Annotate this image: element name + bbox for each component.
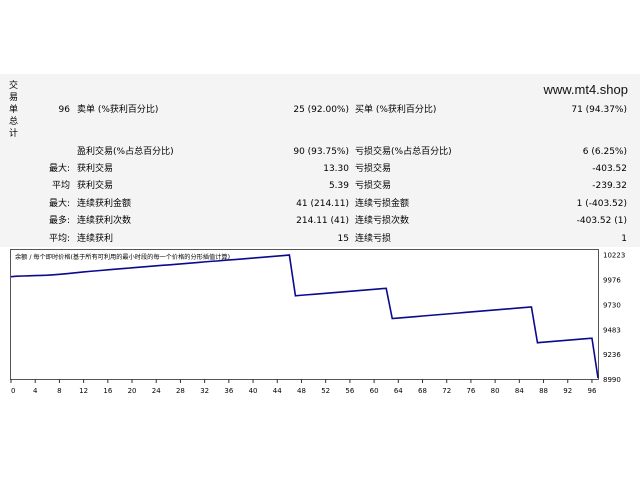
y-tick-label: 9730 — [603, 301, 621, 309]
stat-row-4-value: 41 (214.11) — [296, 199, 349, 209]
x-tick-label: 32 — [200, 387, 209, 395]
stat-row-5-value2: -403.52 (1) — [576, 216, 627, 226]
stat-row-4-value2: 1 (-403.52) — [576, 199, 627, 209]
stat-row-0-value: 25 (92.00%) — [293, 105, 349, 115]
stat-row-1-value: 90 (93.75%) — [293, 147, 349, 157]
stat-row-3-label: 平均 — [51, 181, 70, 191]
stat-row-2-name: 获利交易 — [77, 164, 114, 174]
stat-row-1-value2: 6 (6.25%) — [582, 147, 627, 157]
y-tick-label: 8990 — [603, 376, 621, 384]
stat-row-5-name2: 连续亏损次数 — [355, 216, 410, 226]
x-tick-label: 92 — [563, 387, 572, 395]
x-tick-label: 88 — [539, 387, 548, 395]
stat-row-0-value2: 71 (94.37%) — [571, 105, 627, 115]
stat-row-3-value2: -239.32 — [592, 181, 627, 191]
x-tick-label: 44 — [273, 387, 282, 395]
x-tick-label: 76 — [466, 387, 475, 395]
stat-row-4-label: 最大: — [48, 199, 70, 209]
stat-row-6-name: 连续获利 — [77, 234, 114, 244]
x-tick-label: 28 — [176, 387, 185, 395]
stat-row-2-name2: 亏损交易 — [355, 164, 392, 174]
stat-row-6-value2: 1 — [621, 234, 627, 244]
stat-row-1-name2: 亏损交易(%占总百分比) — [355, 147, 452, 157]
stat-row-2-value: 13.30 — [323, 164, 349, 174]
x-tick-label: 4 — [33, 387, 38, 395]
x-tick-label: 24 — [152, 387, 161, 395]
x-tick-label: 80 — [491, 387, 500, 395]
stat-row-3-value: 5.39 — [328, 181, 349, 191]
stat-row-1-name: 盈利交易(%占总百分比) — [77, 147, 174, 157]
x-tick-label: 20 — [128, 387, 137, 395]
stat-row-6-label: 平均: — [48, 234, 70, 244]
x-axis: 0 4 8 12 16 20 24 28 32 36 40 44 48 52 56 60 64 68 72 76 80 8… — [10, 379, 597, 395]
stats-table: 96 卖单 (%获利百分比) 25 (92.00%) 买单 (%获利百分比) 7… — [0, 0, 640, 250]
x-tick-label: 12 — [79, 387, 88, 395]
x-tick-label: 56 — [345, 387, 354, 395]
stat-row-2-label: 最大: — [48, 164, 70, 174]
y-tick-label: 9483 — [603, 326, 621, 334]
stat-row-3-name: 获利交易 — [77, 181, 114, 191]
x-tick-label: 8 — [57, 387, 61, 395]
stat-row-5-label: 最多: — [48, 216, 70, 226]
stat-row-6-value: 15 — [337, 234, 349, 244]
chart-title: 余额 / 每个即时价格(基于所有可利用的最小时段的每一个价格的分形插值计算) — [15, 253, 230, 261]
plot-area-border — [10, 249, 599, 380]
y-tick-label: 9236 — [603, 351, 621, 359]
x-tick-label: 72 — [442, 387, 451, 395]
stat-row-5-value: 214.11 (41) — [296, 216, 349, 226]
x-tick-label: 40 — [249, 387, 258, 395]
x-tick-label: 52 — [321, 387, 330, 395]
stat-row-0-name2: 买单 (%获利百分比) — [355, 105, 437, 115]
balance-chart-svg: 余额 / 每个即时价格(基于所有可利用的最小时段的每一个价格的分形插值计算) 0… — [10, 249, 625, 395]
y-tick-label: 9976 — [603, 277, 621, 285]
x-tick-label: 84 — [515, 387, 524, 395]
stat-row-0-label: 96 — [58, 105, 70, 115]
x-tick-label: 64 — [394, 387, 403, 395]
stat-row-3-name2: 亏损交易 — [355, 181, 392, 191]
stat-row-2-value2: -403.52 — [592, 164, 627, 174]
stat-row-4-name: 连续获利金额 — [77, 199, 132, 209]
y-tick-label: 10223 — [603, 252, 625, 260]
stat-row-4-name2: 连续亏损金额 — [355, 199, 410, 209]
x-tick-label: 68 — [418, 387, 427, 395]
x-tick-label: 16 — [103, 387, 112, 395]
balance-chart: 余额 / 每个即时价格(基于所有可利用的最小时段的每一个价格的分形插值计算) 0… — [10, 249, 630, 399]
x-tick-label: 96 — [587, 387, 596, 395]
x-tick-label: 36 — [224, 387, 233, 395]
stat-row-5-name: 连续获利次数 — [77, 216, 132, 226]
x-tick-label: 48 — [297, 387, 306, 395]
x-tick-label: 0 — [11, 387, 15, 395]
stat-row-0-name: 卖单 (%获利百分比) — [77, 105, 159, 115]
stat-row-6-name2: 连续亏损 — [355, 234, 392, 244]
x-tick-label: 60 — [370, 387, 379, 395]
y-axis: 8990 9236 9483 9730 9976 10223 — [603, 252, 625, 384]
